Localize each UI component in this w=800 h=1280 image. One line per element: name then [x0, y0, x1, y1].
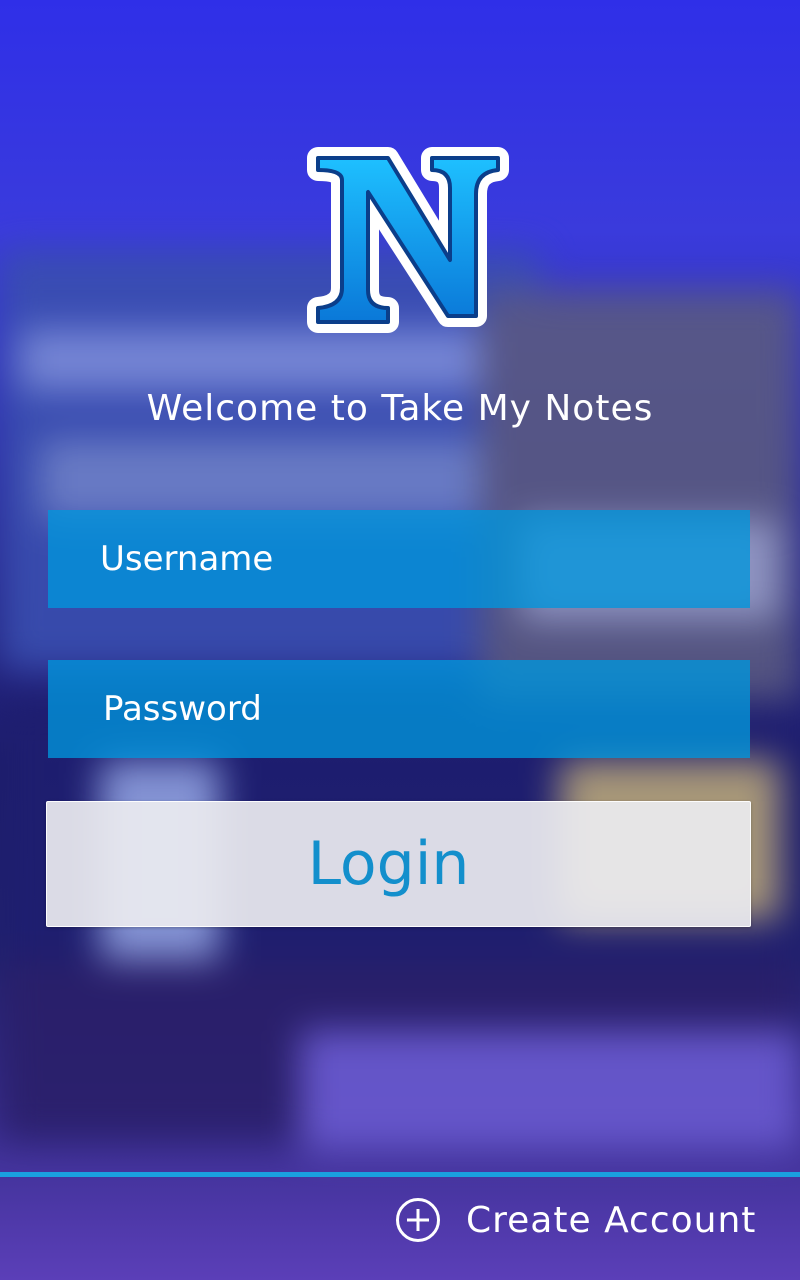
username-input[interactable]	[48, 510, 750, 608]
create-account-button[interactable]: Create Account	[396, 1194, 756, 1246]
plus-circle-icon	[396, 1198, 440, 1242]
app-logo	[300, 140, 510, 340]
login-screen: Welcome to Take My Notes Login Create Ac…	[0, 0, 800, 1280]
welcome-heading: Welcome to Take My Notes	[146, 388, 654, 429]
login-button[interactable]: Login	[46, 801, 751, 927]
create-account-label: Create Account	[466, 1199, 757, 1241]
password-input[interactable]	[48, 660, 750, 758]
footer-divider	[0, 1172, 800, 1177]
